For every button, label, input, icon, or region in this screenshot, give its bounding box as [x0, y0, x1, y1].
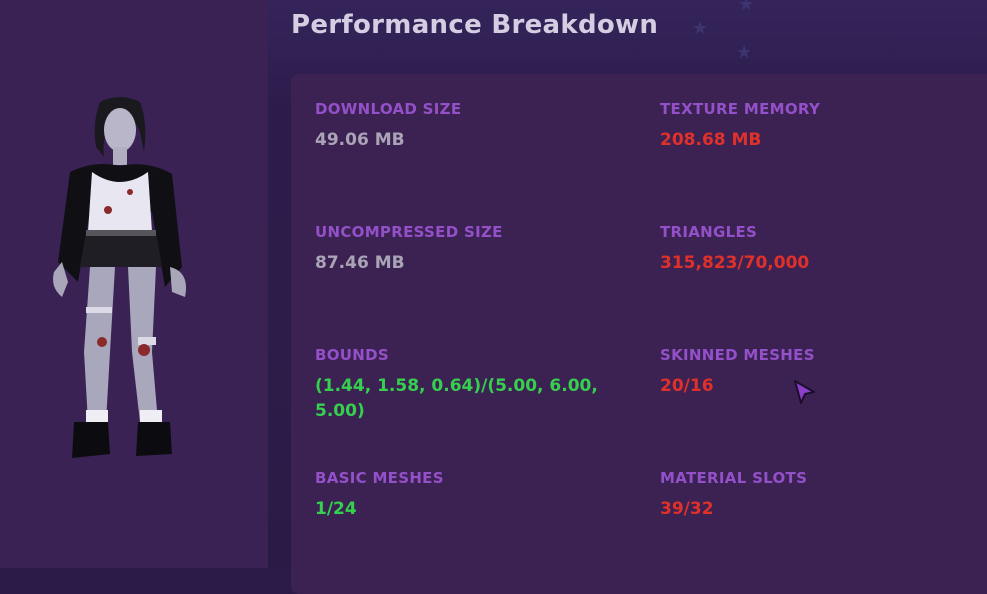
stat-label: BASIC MESHES: [315, 469, 444, 487]
avatar-preview-panel: [0, 0, 268, 568]
stat-label: BOUNDS: [315, 346, 389, 364]
avatar-preview-image: [53, 97, 186, 458]
stat-value: 87.46 MB: [315, 253, 405, 273]
decorative-star-icon: ★: [738, 0, 755, 15]
stat-label: TEXTURE MEMORY: [660, 100, 821, 118]
stat-value: 1/24: [315, 499, 357, 519]
stat-texture-memory: TEXTURE MEMORY 208.68 MB: [660, 100, 960, 153]
stat-label: DOWNLOAD SIZE: [315, 100, 462, 118]
stat-bounds: BOUNDS (1.44, 1.58, 0.64)/(5.00, 6.00, 5…: [315, 346, 615, 424]
decorative-star-icon: ★: [692, 18, 709, 39]
page-title: Performance Breakdown: [291, 10, 659, 40]
stat-value: 315,823/70,000: [660, 253, 810, 273]
stat-value: (1.44, 1.58, 0.64)/(5.00, 6.00, 5.00): [315, 376, 598, 421]
stat-label: MATERIAL SLOTS: [660, 469, 808, 487]
stat-label: SKINNED MESHES: [660, 346, 815, 364]
stat-value: 39/32: [660, 499, 714, 519]
stat-triangles: TRIANGLES 315,823/70,000: [660, 223, 960, 276]
decorative-star-icon: ★: [736, 42, 753, 63]
stat-label: TRIANGLES: [660, 223, 758, 241]
stat-basic-meshes: BASIC MESHES 1/24: [315, 469, 615, 522]
stat-uncompressed-size: UNCOMPRESSED SIZE 87.46 MB: [315, 223, 615, 276]
stat-value: 49.06 MB: [315, 130, 405, 150]
stat-value: 208.68 MB: [660, 130, 762, 150]
stats-card: DOWNLOAD SIZE 49.06 MB TEXTURE MEMORY 20…: [291, 74, 987, 594]
pointer-arrow-icon: [794, 380, 815, 404]
stat-label: UNCOMPRESSED SIZE: [315, 223, 503, 241]
stat-material-slots: MATERIAL SLOTS 39/32: [660, 469, 960, 522]
stat-download-size: DOWNLOAD SIZE 49.06 MB: [315, 100, 615, 153]
